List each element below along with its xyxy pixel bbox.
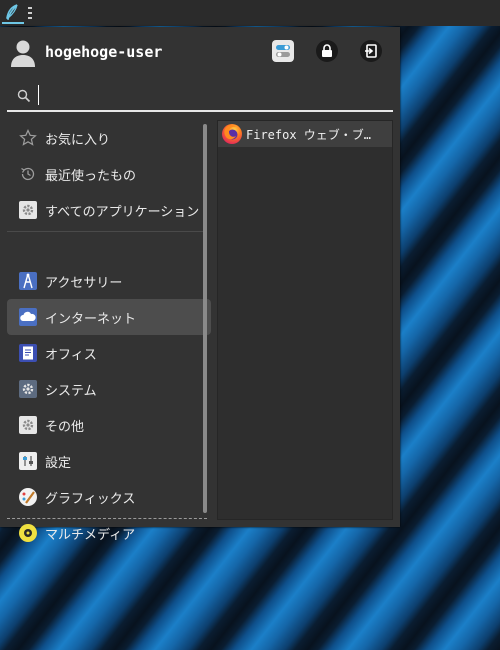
panel-handle[interactable] xyxy=(28,7,32,19)
category-label: アクセサリー xyxy=(45,275,123,291)
firefox-icon xyxy=(222,124,242,144)
category-separator xyxy=(7,231,205,232)
category-label: インターネット xyxy=(45,311,137,327)
category-label: グラフィックス xyxy=(45,491,136,507)
app-label: Firefox ウェブ・ブ… xyxy=(246,127,372,142)
all-applications-icon xyxy=(18,200,38,220)
search-bar xyxy=(7,82,393,112)
category-label: オフィス xyxy=(45,347,97,363)
log-out-icon xyxy=(365,44,377,58)
user-avatar-icon xyxy=(11,40,35,67)
history-icon xyxy=(18,164,38,184)
category-label: 設定 xyxy=(45,455,72,471)
category-label: すべてのアプリケーション xyxy=(45,204,200,220)
category-multimedia[interactable]: マルチメディア xyxy=(7,515,211,551)
category-label: お気に入り xyxy=(45,132,111,148)
settings-icon xyxy=(18,451,38,471)
system-icon xyxy=(18,379,38,399)
category-label: 最近使ったもの xyxy=(45,168,137,184)
username: hogehoge-user xyxy=(45,43,163,61)
category-scrollbar[interactable] xyxy=(203,124,207,513)
application-list: Firefox ウェブ・ブ… xyxy=(217,120,393,520)
category-internet[interactable]: インターネット xyxy=(7,299,211,335)
category-graphics[interactable]: グラフィックス xyxy=(7,479,211,515)
app-item-firefox[interactable]: Firefox ウェブ・ブ… xyxy=(218,121,392,147)
search-icon xyxy=(17,89,31,103)
category-favorites[interactable]: お気に入り xyxy=(7,120,211,156)
graphics-icon xyxy=(18,487,38,507)
settings-manager-button[interactable] xyxy=(272,40,294,62)
category-other[interactable]: その他 xyxy=(7,407,211,443)
category-accessories[interactable]: アクセサリー xyxy=(7,263,211,299)
lock-screen-button[interactable] xyxy=(316,40,338,62)
category-settings[interactable]: 設定 xyxy=(7,443,211,479)
category-label: マルチメディア xyxy=(45,527,136,543)
other-icon xyxy=(18,415,38,435)
menu-header: hogehoge-user xyxy=(0,27,400,83)
lock-icon xyxy=(322,44,332,57)
accessories-icon xyxy=(18,271,38,291)
category-label: その他 xyxy=(45,419,85,435)
category-label: システム xyxy=(45,383,97,399)
category-system[interactable]: システム xyxy=(7,371,211,407)
toggle-settings-icon xyxy=(276,45,290,57)
multimedia-icon xyxy=(18,523,38,543)
feather-icon xyxy=(6,4,18,20)
text-cursor xyxy=(38,85,39,105)
top-panel xyxy=(0,0,500,26)
list-bottom-edge xyxy=(7,518,207,519)
menu-launcher-button[interactable] xyxy=(2,2,24,24)
office-icon xyxy=(18,343,38,363)
search-input[interactable] xyxy=(37,85,381,109)
category-list: お気に入り 最近使ったもの すべてのアプリケーション アクセサリー インターネッ… xyxy=(7,120,213,543)
star-icon xyxy=(18,128,38,148)
application-menu: hogehoge-user お気に入り 最近使ったもの すべてのアプリケーション… xyxy=(0,27,400,543)
log-out-button[interactable] xyxy=(360,40,382,62)
category-recent[interactable]: 最近使ったもの xyxy=(7,156,211,192)
internet-cloud-icon xyxy=(18,307,38,327)
category-office[interactable]: オフィス xyxy=(7,335,211,371)
category-all-applications[interactable]: すべてのアプリケーション xyxy=(7,192,211,228)
